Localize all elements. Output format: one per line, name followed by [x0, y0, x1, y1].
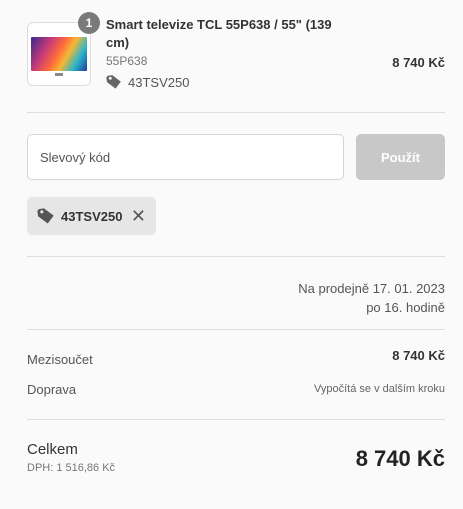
divider	[27, 112, 445, 113]
apply-discount-button[interactable]: Použít	[356, 134, 445, 180]
product-sku: 55P638	[106, 54, 148, 68]
pickup-info: Na prodejně 17. 01. 2023 po 16. hodině	[298, 279, 445, 317]
discount-code-input[interactable]	[27, 134, 344, 180]
shipping-label: Doprava	[27, 382, 77, 397]
pickup-time: po 16. hodině	[366, 300, 445, 315]
product-price: 8 740 Kč	[392, 55, 445, 70]
tag-icon	[37, 207, 55, 225]
tax-amount: DPH: 1 516,86 Kč	[27, 462, 116, 474]
subtotal-label: Mezisoučet	[27, 352, 93, 367]
shipping-value: Vypočítá se v dalším kroku	[313, 383, 445, 395]
applied-code-chip: 43TSV250 ✕	[27, 197, 156, 235]
divider	[27, 256, 445, 257]
divider	[27, 419, 445, 420]
tv-image	[31, 37, 87, 76]
subtotal-value: 8 740 Kč	[392, 348, 445, 363]
applied-code-label: 43TSV250	[61, 208, 123, 224]
tag-icon	[106, 74, 122, 90]
remove-code-icon[interactable]: ✕	[131, 207, 146, 225]
product-name: Smart televize TCL 55P638 / 55" (139 cm)	[106, 17, 332, 50]
product-discount-tag: 43TSV250	[106, 74, 189, 90]
pickup-date: Na prodejně 17. 01. 2023	[298, 281, 445, 296]
total-price: 8 740 Kč	[355, 446, 445, 471]
product-tag-label: 43TSV250	[128, 74, 190, 90]
total-label: Celkem	[27, 441, 78, 458]
divider	[27, 329, 445, 330]
quantity-badge: 1	[78, 12, 100, 34]
